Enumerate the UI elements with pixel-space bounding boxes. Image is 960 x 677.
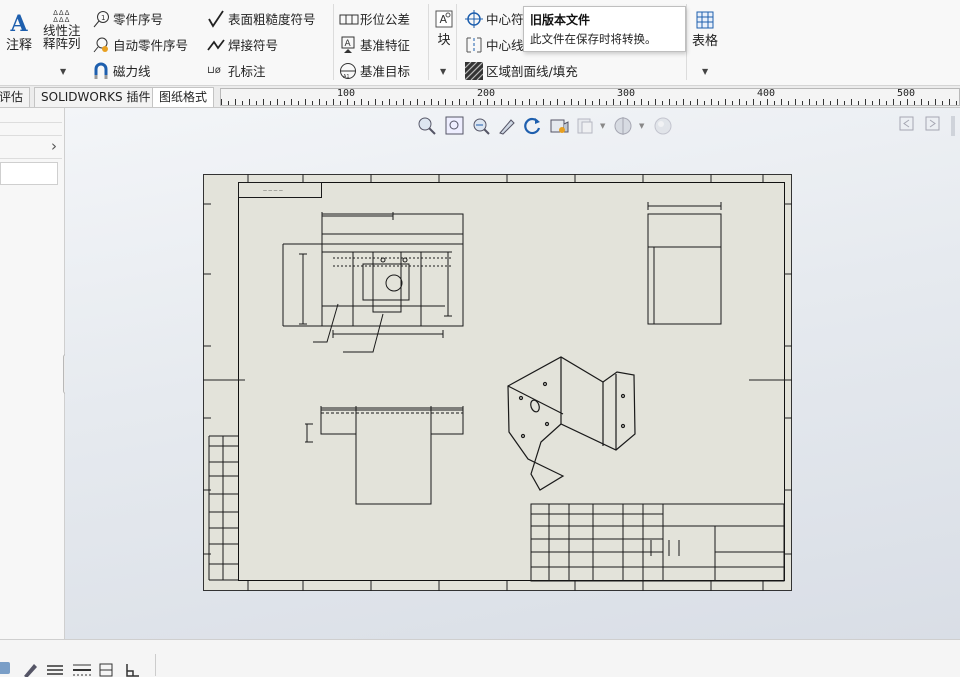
snap-icon[interactable] [124,662,140,677]
previous-sheet-icon[interactable] [899,116,919,136]
panel-expand-row[interactable]: › [0,135,62,159]
magnetic-line-button[interactable]: 磁力线 [92,61,151,80]
hatch-icon [464,61,484,80]
bottom-toolbar [0,639,960,677]
ruler-label: 100 [337,88,356,99]
pen-icon[interactable] [22,662,38,677]
weld-symbol-button[interactable]: 焊接符号 [207,35,278,54]
tooltip-title: 旧版本文件 [530,13,591,27]
geometric-tolerance-button[interactable]: 形位公差 [339,9,410,28]
scene-icon[interactable] [653,116,673,136]
zoom-to-area-icon[interactable] [445,116,465,136]
hide-show-dropdown-icon[interactable]: ▼ [600,122,605,130]
svg-text:1: 1 [101,14,105,22]
panel-input-field[interactable] [0,162,58,185]
annotation-button[interactable]: A 注释 [6,11,32,53]
auto-balloon-icon [92,36,110,54]
balloon-icon: 1 [92,10,110,28]
chevron-right-icon[interactable]: › [51,137,57,155]
datum-feature-icon: A [339,36,357,54]
auto-balloon-button[interactable]: 自动零件序号 [92,35,188,54]
linear-note-pattern-button[interactable]: ΔΔΔ ΔΔΔ 线性注 释阵列 [43,9,81,51]
appearance-dropdown-icon[interactable]: ▼ [639,122,644,130]
panel-header-strip [0,113,62,123]
center-mark-button[interactable]: 中心符 [465,9,524,28]
hole-callout-icon: ⊔ø [207,64,221,76]
next-sheet-icon[interactable] [925,116,945,136]
previous-view-icon[interactable] [471,116,491,136]
datum-feature-button[interactable]: A 基准特征 [339,35,410,54]
svg-text:A1: A1 [343,74,350,80]
split-handle[interactable] [951,116,955,136]
pan-icon[interactable] [497,116,517,136]
hole-callout-button[interactable]: ⊔ø 孔标注 [207,61,266,80]
block-dropdown-icon[interactable]: ▼ [440,67,446,76]
svg-text:A: A [345,39,352,49]
bottom-separator [155,654,156,676]
weld-symbol-icon [207,36,225,54]
ruler-tick-marks [221,99,957,105]
centerline-icon [465,36,483,54]
datum-target-button[interactable]: A1 基准目标 [339,61,410,80]
centerline-button[interactable]: 中心线 [465,35,524,54]
svg-text:— — — —: — — — — [263,188,283,193]
ruler-label: 200 [477,88,496,99]
rotate-view-icon[interactable] [523,116,543,136]
magnet-icon [92,62,110,80]
hide-show-items-icon[interactable] [575,116,595,136]
layer-icon[interactable] [0,662,10,674]
ruler-label: 500 [897,88,916,99]
line-thickness-icon[interactable] [72,662,92,677]
annotation-icon: A [10,11,28,37]
display-style-icon[interactable] [549,116,569,136]
datum-target-icon: A1 [339,62,357,80]
horizontal-ruler: 100 200 300 400 500 [220,88,960,106]
center-mark-icon [465,9,483,28]
table-icon [696,11,714,29]
geometric-tolerance-icon [339,10,359,28]
hide-edge-icon[interactable] [98,662,114,677]
linear-pattern-dropdown-icon[interactable]: ▼ [60,67,66,76]
legacy-file-tooltip: 旧版本文件 此文件在保存时将转换。 [523,6,686,52]
drawing-canvas[interactable]: ▼ ▼ — — — — [65,108,960,639]
ruler-ticks [221,99,957,105]
ribbon-separator [456,4,457,80]
surface-finish-button[interactable]: 表面粗糙度符号 [207,9,316,28]
command-manager-ribbon: A 注释 ΔΔΔ ΔΔΔ 线性注 释阵列 ▼ 1 零件序号 自动零件序号 磁力线 … [0,0,960,86]
balloon-button[interactable]: 1 零件序号 [92,9,163,28]
ruler-label: 300 [617,88,636,99]
tooltip-text: 此文件在保存时将转换。 [530,32,657,46]
zoom-to-fit-icon[interactable] [417,116,437,136]
block-button[interactable]: A 块 [435,10,453,48]
table-button[interactable]: 表格 [692,11,718,49]
ribbon-separator [686,4,687,80]
tab-evaluate[interactable]: 评估 [0,87,31,107]
surface-finish-icon [207,10,225,28]
drawing-sheet[interactable]: — — — — [203,174,792,591]
linear-pattern-icon: ΔΔΔ ΔΔΔ [53,9,71,24]
tab-solidworks-addins[interactable]: SOLIDWORKS 插件 [34,87,158,107]
table-dropdown-icon[interactable]: ▼ [702,67,708,76]
sheet-drawing: — — — — [203,174,792,591]
sheet-border [203,174,792,591]
ribbon-separator [333,4,334,80]
block-icon: A [435,10,453,28]
feature-manager-panel: › [0,108,65,639]
ruler-label: 400 [757,88,776,99]
edit-appearance-icon[interactable] [613,116,633,136]
line-style-icon[interactable] [46,662,64,677]
area-hatch-fill-button[interactable]: 区域剖面线/填充 [464,61,578,80]
ribbon-separator [428,4,429,80]
tab-sheet-format[interactable]: 图纸格式 [152,87,215,107]
